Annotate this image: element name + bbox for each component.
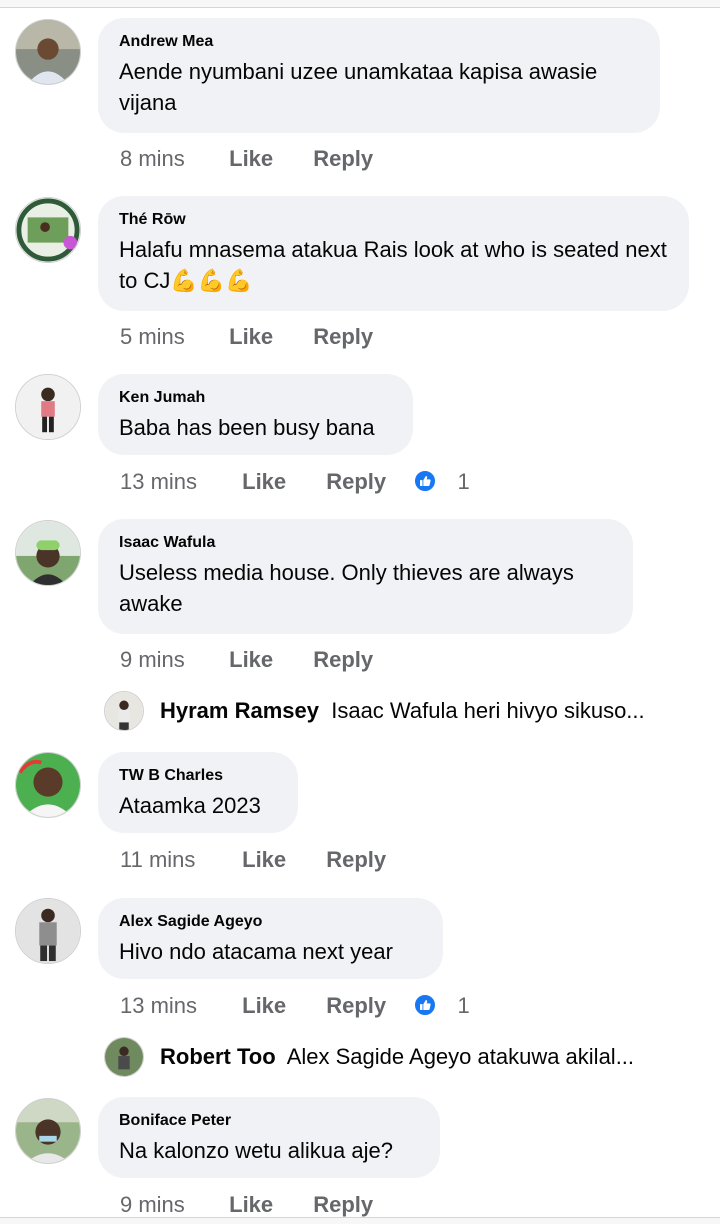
reply-button[interactable]: Reply	[326, 468, 407, 496]
like-button[interactable]: Like	[229, 1191, 307, 1219]
comment-text: Hivo ndo atacama next year	[119, 939, 393, 964]
reply-author[interactable]: Hyram Ramsey	[160, 698, 319, 723]
reply-text: Alex Sagide Ageyo atakuwa akilal...	[286, 1044, 635, 1069]
like-reaction-icon[interactable]	[413, 993, 438, 1017]
reply-button[interactable]: Reply	[313, 323, 373, 351]
reply-button[interactable]: Reply	[326, 846, 386, 874]
comment-time[interactable]: 9 mins	[120, 1191, 223, 1219]
comment-time[interactable]: 13 mins	[120, 992, 236, 1020]
reaction-count[interactable]: 1	[458, 468, 470, 496]
like-reaction-icon[interactable]	[413, 469, 438, 493]
comment-bubble: Isaac Wafula Useless media house. Only t…	[98, 519, 633, 634]
comment-author[interactable]: Alex Sagide Ageyo	[119, 912, 421, 932]
reply-author[interactable]: Robert Too	[160, 1044, 276, 1069]
comment-time[interactable]: 8 mins	[120, 145, 223, 173]
comment-bubble: Thé Rōw Halafu mnasema atakua Rais look …	[98, 196, 689, 311]
comment-time[interactable]: 9 mins	[120, 646, 223, 674]
reply-preview-line: Hyram Ramsey Isaac Wafula heri hivyo sik…	[160, 696, 645, 726]
avatar[interactable]	[104, 1037, 144, 1077]
reply-button[interactable]: Reply	[313, 1191, 373, 1219]
avatar[interactable]	[15, 197, 81, 263]
comment-text: Baba has been busy bana	[119, 415, 375, 440]
comment-bubble: TW B Charles Ataamka 2023	[98, 752, 298, 833]
comment-actions: 9 mins Like Reply	[120, 646, 373, 674]
comment-author[interactable]: Ken Jumah	[119, 388, 391, 408]
reply-preview[interactable]: Robert Too Alex Sagide Ageyo atakuwa aki…	[104, 1037, 694, 1077]
comment-time[interactable]: 13 mins	[120, 468, 236, 496]
comment-author[interactable]: TW B Charles	[119, 766, 276, 786]
like-button[interactable]: Like	[242, 992, 320, 1020]
comment-time[interactable]: 11 mins	[120, 846, 236, 874]
reaction-count[interactable]: 1	[458, 992, 470, 1020]
avatar[interactable]	[15, 374, 81, 440]
like-button[interactable]: Like	[242, 468, 320, 496]
avatar[interactable]	[15, 520, 81, 586]
reply-preview[interactable]: Hyram Ramsey Isaac Wafula heri hivyo sik…	[104, 691, 694, 731]
reply-button[interactable]: Reply	[313, 646, 373, 674]
comment-actions: 13 mins Like Reply 1	[120, 992, 470, 1020]
avatar[interactable]	[15, 752, 81, 818]
reply-text: Isaac Wafula heri hivyo sikuso...	[331, 698, 645, 723]
reply-button[interactable]: Reply	[313, 145, 373, 173]
avatar[interactable]	[15, 19, 81, 85]
bottom-divider	[0, 1217, 720, 1224]
comment-author[interactable]: Thé Rōw	[119, 210, 667, 230]
comment-text: Useless media house. Only thieves are al…	[119, 560, 574, 616]
comment-text: Halafu mnasema atakua Rais look at who i…	[119, 237, 667, 293]
comment-actions: 13 mins Like Reply 1	[120, 468, 470, 496]
comment-text: Ataamka 2023	[119, 793, 261, 818]
avatar[interactable]	[104, 691, 144, 731]
comment-actions: 9 mins Like Reply	[120, 1191, 373, 1219]
top-divider	[0, 0, 720, 8]
comment-text: Aende nyumbani uzee unamkataa kapisa awa…	[119, 59, 598, 115]
comment-bubble: Alex Sagide Ageyo Hivo ndo atacama next …	[98, 898, 443, 979]
comment-author[interactable]: Boniface Peter	[119, 1111, 418, 1131]
comment-author[interactable]: Andrew Mea	[119, 32, 638, 52]
comment-bubble: Andrew Mea Aende nyumbani uzee unamkataa…	[98, 18, 660, 133]
comment-text: Na kalonzo wetu alikua aje?	[119, 1138, 393, 1163]
like-button[interactable]: Like	[242, 846, 320, 874]
avatar[interactable]	[15, 898, 81, 964]
reply-button[interactable]: Reply	[326, 992, 407, 1020]
avatar[interactable]	[15, 1098, 81, 1164]
reply-preview-line: Robert Too Alex Sagide Ageyo atakuwa aki…	[160, 1042, 634, 1072]
comment-time[interactable]: 5 mins	[120, 323, 223, 351]
comment-actions: 5 mins Like Reply	[120, 323, 373, 351]
like-button[interactable]: Like	[229, 145, 307, 173]
comment-bubble: Boniface Peter Na kalonzo wetu alikua aj…	[98, 1097, 440, 1178]
like-button[interactable]: Like	[229, 646, 307, 674]
comment-actions: 11 mins Like Reply	[120, 846, 386, 874]
comment-bubble: Ken Jumah Baba has been busy bana	[98, 374, 413, 455]
comment-author[interactable]: Isaac Wafula	[119, 533, 611, 553]
like-button[interactable]: Like	[229, 323, 307, 351]
comment-actions: 8 mins Like Reply	[120, 145, 373, 173]
